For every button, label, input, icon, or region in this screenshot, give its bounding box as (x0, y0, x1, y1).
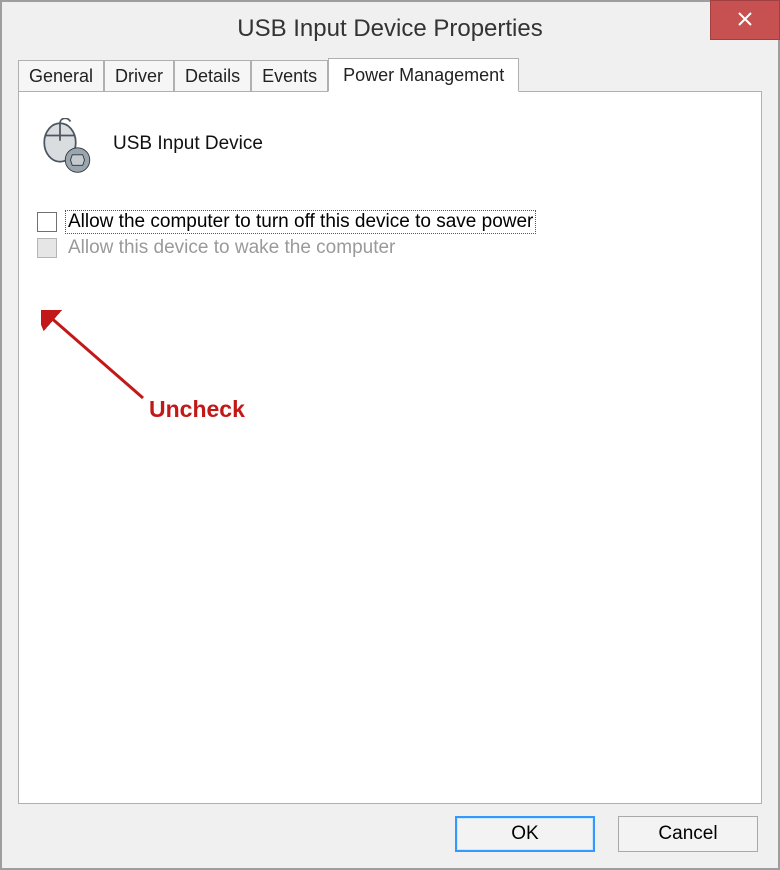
tab-label: Driver (115, 66, 163, 86)
tab-strip: General Driver Details Events Power Mana… (18, 58, 762, 92)
cancel-button[interactable]: Cancel (618, 816, 758, 852)
device-name: USB Input Device (113, 133, 263, 155)
checkbox-allow-wake (37, 238, 57, 258)
tab-details[interactable]: Details (174, 60, 251, 92)
tab-label: Details (185, 66, 240, 86)
button-label: Cancel (658, 823, 717, 844)
annotation-arrow (41, 310, 151, 402)
tab-driver[interactable]: Driver (104, 60, 174, 92)
close-button[interactable] (710, 0, 780, 40)
option-allow-turn-off: Allow the computer to turn off this devi… (33, 210, 747, 234)
dialog-buttons: OK Cancel (437, 816, 758, 852)
button-label: OK (511, 823, 538, 844)
window-title: USB Input Device Properties (237, 15, 542, 42)
ok-button[interactable]: OK (455, 816, 595, 852)
label-allow-turn-off[interactable]: Allow the computer to turn off this devi… (65, 210, 536, 234)
option-allow-wake: Allow this device to wake the computer (33, 236, 747, 260)
close-icon (737, 0, 753, 47)
dialog-body: General Driver Details Events Power Mana… (18, 58, 762, 804)
tab-general[interactable]: General (18, 60, 104, 92)
tab-label: Power Management (343, 65, 504, 85)
annotation-text: Uncheck (149, 396, 245, 423)
tab-label: General (29, 66, 93, 86)
title-bar: USB Input Device Properties (2, 2, 778, 56)
checkbox-allow-turn-off[interactable] (37, 212, 57, 232)
device-header: USB Input Device (33, 114, 747, 174)
tab-power-management[interactable]: Power Management (328, 58, 519, 92)
tab-pane-power-management: USB Input Device Allow the computer to t… (18, 91, 762, 804)
mouse-device-icon (39, 118, 95, 174)
properties-dialog: USB Input Device Properties General Driv… (0, 0, 780, 870)
tab-label: Events (262, 66, 317, 86)
label-allow-wake: Allow this device to wake the computer (65, 236, 398, 260)
tab-events[interactable]: Events (251, 60, 328, 92)
